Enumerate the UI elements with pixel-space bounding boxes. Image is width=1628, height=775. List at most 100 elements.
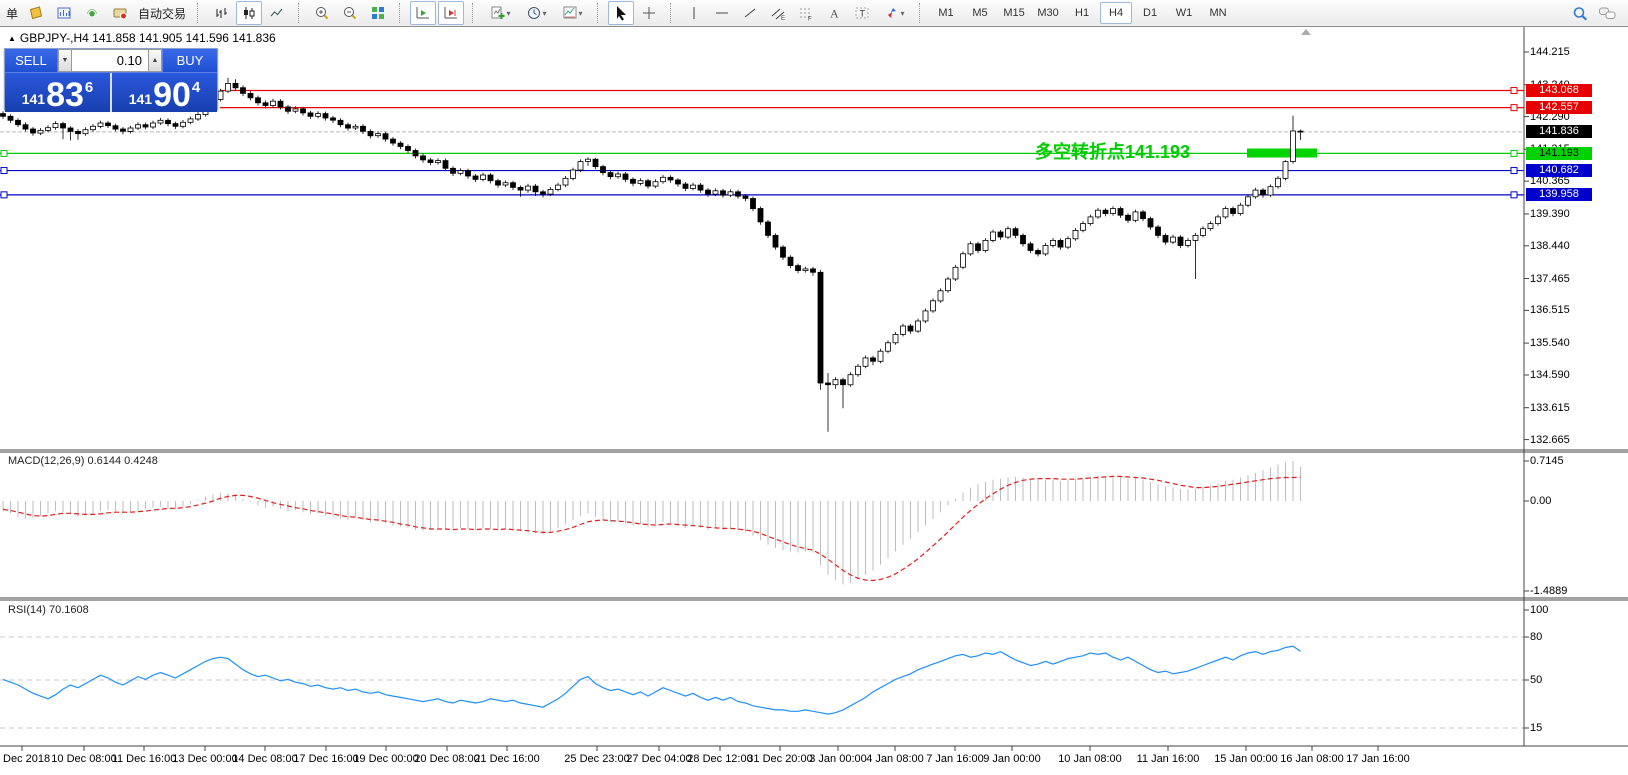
buy-button[interactable]: BUY: [162, 49, 217, 72]
templates-button[interactable]: ▾: [555, 1, 589, 25]
chart-canvas[interactable]: [0, 0, 1628, 775]
rsi-pane-label: RSI(14) 70.1608: [8, 604, 89, 616]
price-axis-label: 144.215: [1530, 46, 1570, 58]
symbol-marker-icon: ▲: [8, 34, 16, 43]
line-handle[interactable]: [1510, 86, 1518, 94]
timeframe-m15-button[interactable]: M15: [998, 2, 1030, 24]
signals-button[interactable]: [79, 1, 105, 25]
horizontal-line-button[interactable]: [709, 1, 735, 25]
chart-window[interactable]: ▲ GBPJPY-,H4 141.858 141.905 141.596 141.…: [0, 0, 1628, 775]
autotrade-icon: [112, 5, 128, 21]
indicator-axis-label: 15: [1530, 722, 1543, 734]
chart-shift-icon: [443, 5, 459, 21]
autotrade-label: 自动交易: [138, 6, 187, 21]
toolbar-separator: [597, 3, 604, 23]
toolbar-separator: [472, 3, 479, 23]
zoom-out-button[interactable]: [337, 1, 363, 25]
cursor-button[interactable]: [608, 1, 635, 25]
buy-price-pip: 4: [191, 79, 201, 96]
zoom-out-icon: [342, 5, 358, 21]
line-handle[interactable]: [0, 191, 8, 199]
trendline-button[interactable]: [737, 1, 763, 25]
trendline-icon: [742, 5, 758, 21]
timeframe-d1-button[interactable]: D1: [1134, 2, 1166, 24]
arrows-button[interactable]: ▾: [877, 1, 911, 25]
search-button[interactable]: [1567, 2, 1593, 26]
timeframe-m5-button[interactable]: M5: [964, 2, 996, 24]
signals-icon: [84, 5, 100, 21]
line-chart-button[interactable]: [264, 1, 290, 25]
line-handle[interactable]: [0, 167, 8, 175]
text-button[interactable]: A: [821, 1, 847, 25]
price-badge-141.836: 141.836: [1526, 125, 1592, 139]
svg-text:F: F: [808, 17, 812, 22]
timeframe-m1-button[interactable]: M1: [930, 2, 962, 24]
market-watch-icon: [56, 5, 72, 21]
svg-text:E: E: [781, 16, 785, 21]
toolbar-separator: [399, 3, 406, 23]
price-axis-label: 134.590: [1530, 368, 1570, 381]
indicators-button[interactable]: ▾: [483, 1, 517, 25]
label-button[interactable]: T: [849, 1, 875, 25]
main-toolbar: 单 自动交易 ▾ ▾ ▾ E F A T ▾ M1 M5 M15 M30 H1 H4 D1 W1 MN: [0, 0, 1628, 27]
sell-price-base: 141: [21, 91, 46, 107]
chat-button[interactable]: [1595, 2, 1621, 26]
periods-button[interactable]: ▾: [519, 1, 553, 25]
auto-scroll-icon: [415, 5, 431, 21]
cursor-icon: [613, 5, 629, 21]
crosshair-icon: [641, 5, 657, 21]
price-axis-label: 139.390: [1530, 207, 1570, 220]
line-handle[interactable]: [1510, 149, 1518, 157]
new-order-label[interactable]: 单: [6, 5, 18, 22]
zoom-in-button[interactable]: [309, 1, 335, 25]
volume-input[interactable]: [72, 49, 148, 72]
volume-increment-button[interactable]: ▲: [148, 49, 162, 72]
vertical-line-button[interactable]: [681, 1, 707, 25]
price-axis-label: 137.465: [1530, 272, 1570, 285]
fibonacci-icon: F: [798, 5, 814, 21]
autotrade-button[interactable]: [107, 1, 133, 25]
zoom-in-icon: [314, 5, 330, 21]
line-handle[interactable]: [0, 149, 8, 157]
volume-decrement-button[interactable]: ▼: [58, 49, 72, 72]
line-chart-icon: [269, 5, 285, 21]
time-axis-label: 21 Dec 16:00: [474, 753, 540, 765]
bar-chart-button[interactable]: [208, 1, 234, 25]
timeframe-m30-button[interactable]: M30: [1032, 2, 1064, 24]
buy-price[interactable]: 141 90 4: [112, 73, 217, 112]
timeframe-mn-button[interactable]: MN: [1202, 2, 1234, 24]
chart-shift-button[interactable]: [438, 1, 465, 25]
line-handle[interactable]: [1510, 191, 1518, 199]
chevron-down-icon: ▾: [506, 8, 511, 18]
templates-icon: [562, 5, 578, 21]
sell-price[interactable]: 141 83 6: [5, 73, 112, 112]
sell-button[interactable]: SELL: [5, 49, 58, 72]
fibonacci-button[interactable]: F: [793, 1, 819, 25]
sell-price-pip: 6: [84, 79, 94, 96]
pivot-annotation-text[interactable]: 多空转折点141.193: [1035, 138, 1190, 164]
text-icon: A: [826, 5, 842, 21]
candlestick-chart-icon: [241, 5, 257, 21]
arrows-icon: [884, 5, 900, 21]
indicator-axis-label: 0.7145: [1530, 455, 1564, 467]
timeframe-h1-button[interactable]: H1: [1066, 2, 1098, 24]
timeframe-h4-button[interactable]: H4: [1100, 2, 1133, 24]
candles-layer: [0, 77, 1304, 432]
symbol-title: ▲ GBPJPY-,H4 141.858 141.905 141.596 141.…: [8, 31, 276, 45]
auto-scroll-button[interactable]: [410, 1, 437, 25]
market-watch-button[interactable]: [51, 1, 77, 25]
timeframe-w1-button[interactable]: W1: [1168, 2, 1200, 24]
tile-windows-icon: [370, 5, 386, 21]
pivot-highlight-bar[interactable]: [1247, 148, 1317, 158]
chart-shift-marker-icon[interactable]: [1301, 29, 1311, 35]
crosshair-button[interactable]: [636, 1, 662, 25]
notepad-button[interactable]: [23, 1, 49, 25]
tile-windows-button[interactable]: [365, 1, 391, 25]
candlestick-chart-button[interactable]: [236, 1, 263, 25]
toolbar-separator: [670, 3, 677, 23]
equidistant-channel-button[interactable]: E: [765, 1, 791, 25]
line-handle[interactable]: [1510, 167, 1518, 175]
line-handle[interactable]: [1510, 104, 1518, 112]
equidistant-channel-icon: E: [770, 5, 786, 21]
price-axis-label: 133.615: [1530, 401, 1570, 414]
